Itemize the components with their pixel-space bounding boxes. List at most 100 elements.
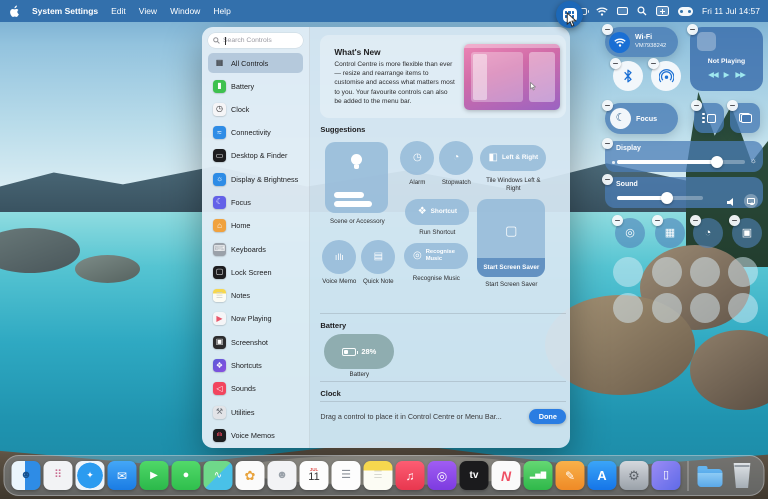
dock-item-numbers[interactable]: ▂▅▇ <box>524 461 553 490</box>
dock-item-iphone-mirroring[interactable]: ▯ <box>652 461 681 490</box>
control-voice-memo[interactable]: ıllı <box>322 240 356 274</box>
cc-screen-mirroring-module[interactable] <box>730 103 760 133</box>
cc-music-recognition-module[interactable]: ◎ <box>615 218 645 248</box>
wifi-icon[interactable] <box>596 7 608 16</box>
dock-item-system-settings[interactable]: ⚙ <box>620 461 649 490</box>
cc-screen-capture-module[interactable]: ▣ <box>732 218 762 248</box>
app-menu-title[interactable]: System Settings <box>32 6 98 16</box>
cc-calculator-module[interactable]: ▦ <box>655 218 685 248</box>
menu-help[interactable]: Help <box>213 6 230 16</box>
dock-item-safari[interactable]: ✦ <box>76 461 105 490</box>
next-icon[interactable]: ▶▶ <box>735 70 745 79</box>
remove-control-button[interactable] <box>602 174 613 185</box>
dock-item-news[interactable]: N <box>492 461 521 490</box>
sidebar-item-clock[interactable]: ◷Clock <box>208 100 303 118</box>
sidebar-item-keyboards[interactable]: ⌨Keyboards <box>208 240 303 258</box>
dock-item-trash[interactable] <box>728 461 757 490</box>
audio-output-button[interactable] <box>744 194 758 208</box>
play-icon[interactable]: ▶ <box>724 70 730 79</box>
previous-icon[interactable]: ◀◀ <box>708 70 718 79</box>
menu-window[interactable]: Window <box>170 6 200 16</box>
remove-control-button[interactable] <box>690 215 701 226</box>
menu-edit[interactable]: Edit <box>111 6 126 16</box>
cc-wifi-module[interactable]: Wi-Fi VM7938242 <box>605 27 678 57</box>
cc-airdrop-module[interactable] <box>651 61 681 91</box>
screen-mirroring-icon[interactable] <box>656 6 669 16</box>
remove-control-button[interactable] <box>602 138 613 149</box>
cc-bluetooth-module[interactable] <box>613 61 643 91</box>
dock-item-mail[interactable]: ✉ <box>108 461 137 490</box>
sidebar-item-screenshot[interactable]: ▣Screenshot <box>208 333 303 351</box>
search-input[interactable] <box>223 37 303 44</box>
remove-control-button[interactable] <box>612 215 623 226</box>
control-start-screen-saver[interactable]: ▢ Start Screen Saver <box>477 199 545 277</box>
sidebar-item-desktop-finder[interactable]: ▭Desktop & Finder <box>208 147 303 165</box>
dock-item-photos[interactable]: ✿ <box>236 461 265 490</box>
remove-control-button[interactable] <box>691 100 702 111</box>
dock-item-messages[interactable]: ● <box>172 461 201 490</box>
sidebar-item-shortcuts[interactable]: ❖Shortcuts <box>208 357 303 375</box>
dock-item-calendar[interactable]: JUL11 <box>300 461 329 490</box>
dock-item-launchpad[interactable]: ⠿ <box>44 461 73 490</box>
remove-control-button[interactable] <box>652 215 663 226</box>
sidebar-item-all-controls[interactable]: ▦All Controls <box>208 53 303 73</box>
control-scene-accessory[interactable] <box>325 142 388 213</box>
display-icon[interactable] <box>617 7 628 15</box>
control-recognise-music[interactable]: ◎ Recognise Music <box>404 243 468 269</box>
screen-saver-button[interactable]: Start Screen Saver <box>477 258 545 277</box>
dock-item-maps[interactable]: ∿ <box>204 461 233 490</box>
cc-stage-manager-module[interactable] <box>694 103 724 133</box>
cc-focus-module[interactable]: ☾ Focus <box>605 103 678 134</box>
menu-view[interactable]: View <box>139 6 157 16</box>
sidebar-item-battery[interactable]: ▮Battery <box>208 77 303 95</box>
sidebar-item-connectivity[interactable]: ≈Connectivity <box>208 124 303 142</box>
control-center-icon[interactable] <box>678 7 693 16</box>
dock-item-contacts[interactable]: ☻ <box>268 461 297 490</box>
dock-item-podcasts[interactable]: ◎ <box>428 461 457 490</box>
menu-bar-clock[interactable]: Fri 11 Jul 14:57 <box>702 6 760 16</box>
done-button[interactable]: Done <box>529 409 566 424</box>
cc-display-module[interactable]: Display ☼ <box>605 141 763 172</box>
remove-control-button[interactable] <box>610 58 621 69</box>
display-slider[interactable] <box>617 160 745 164</box>
dock-item-facetime[interactable]: ▶ <box>140 461 169 490</box>
dock-item-downloads-folder[interactable] <box>696 461 725 490</box>
sidebar-item-voice-memos[interactable]: ıllıVoice Memos <box>208 426 303 444</box>
search-icon[interactable] <box>637 6 647 16</box>
control-run-shortcut[interactable]: ❖ Shortcut <box>405 199 469 225</box>
sidebar-item-utilities[interactable]: ⚒Utilities <box>208 403 303 421</box>
dock-item-tv[interactable]: tv <box>460 461 489 490</box>
sidebar-item-lock-screen[interactable]: ▢Lock Screen <box>208 263 303 281</box>
dock-item-app-store[interactable]: A <box>588 461 617 490</box>
sound-slider[interactable] <box>617 196 703 200</box>
dock-item-reminders[interactable]: ☰ <box>332 461 361 490</box>
remove-control-button[interactable] <box>687 24 698 35</box>
dock-item-pages[interactable]: ✎ <box>556 461 585 490</box>
cc-sound-module[interactable]: Sound <box>605 177 763 208</box>
sidebar-item-focus[interactable]: ☾Focus <box>208 193 303 211</box>
control-stopwatch[interactable]: ◔ <box>439 141 473 175</box>
sidebar-item-sounds[interactable]: ◁Sounds <box>208 380 303 398</box>
sidebar-item-home[interactable]: ⌂Home <box>208 217 303 235</box>
control-alarm[interactable]: ◷ <box>400 141 434 175</box>
sound-slider-knob[interactable] <box>661 192 673 204</box>
dock-item-notes[interactable]: ☰ <box>364 461 393 490</box>
control-tile-windows[interactable]: ◧ Left & Right <box>480 145 546 171</box>
remove-control-button[interactable] <box>602 100 613 111</box>
remove-control-button[interactable] <box>727 100 738 111</box>
control-quick-note[interactable]: ▤ <box>361 240 395 274</box>
remove-control-button[interactable] <box>648 58 659 69</box>
cc-now-playing-module[interactable]: Not Playing ◀◀ ▶ ▶▶ <box>690 27 763 91</box>
search-field[interactable] <box>208 33 303 48</box>
apple-menu-icon[interactable] <box>8 5 19 18</box>
dock-item-finder[interactable]: ☻ <box>12 461 41 490</box>
display-slider-knob[interactable] <box>711 156 723 168</box>
sidebar-item-display-brightness[interactable]: ☼Display & Brightness <box>208 170 303 188</box>
sidebar-item-notes[interactable]: ☰Notes <box>208 287 303 305</box>
cc-timer-module[interactable]: ◔ <box>693 218 723 248</box>
dock-item-music[interactable]: ♫ <box>396 461 425 490</box>
remove-control-button[interactable] <box>729 215 740 226</box>
remove-control-button[interactable] <box>602 24 613 35</box>
control-battery[interactable]: 28% <box>324 334 394 369</box>
sidebar-item-now-playing[interactable]: ▶Now Playing <box>208 310 303 328</box>
